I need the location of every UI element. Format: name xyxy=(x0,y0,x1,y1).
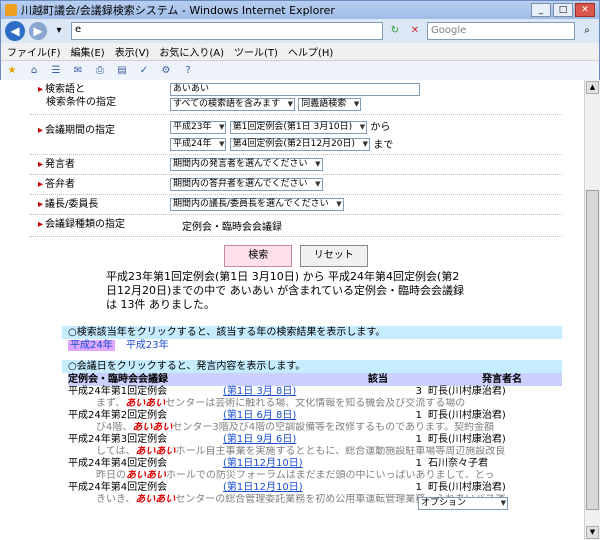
scroll-down-icon[interactable]: ▼ xyxy=(586,526,599,539)
forward-arrow-icon[interactable]: ▶ xyxy=(29,22,47,40)
menu-edit[interactable]: 編集(E) xyxy=(71,44,105,59)
chair-row: ▸ 議長/委員長 期間内の議長/委員長を選んでください xyxy=(30,195,562,215)
from-session-select[interactable]: 第1回定例会(第1日 3月10日) xyxy=(229,120,368,134)
address-bar: ◀ ▶ ▾ e ↻ ✕ Google ⌕ xyxy=(1,19,599,43)
keyword-label: 検索語と xyxy=(45,84,86,95)
back-arrow-icon[interactable]: ◀ xyxy=(5,21,25,41)
results-header: 定例会・臨時会会議録 該当 発言者名 xyxy=(68,373,562,386)
page-icon[interactable]: ▤ xyxy=(115,64,129,78)
menu-file[interactable]: ファイル(F) xyxy=(7,44,61,59)
stop-icon[interactable]: ✕ xyxy=(407,23,423,39)
result-summary: 平成23年第1回定例会(第1日 3月10日) から 平成24年第4回定例会(第2… xyxy=(106,270,464,311)
year-link-h23[interactable]: 平成23年 xyxy=(126,340,169,351)
chair-label: 議長/委員長 xyxy=(45,199,99,210)
results-area: 平成23年第1回定例会(第1日 3月10日) から 平成24年第4回定例会(第2… xyxy=(30,262,562,506)
app-icon xyxy=(5,4,17,16)
year-info-bar: ○検索該当年をクリックすると、該当する年の検索結果を表示します。 xyxy=(62,326,562,339)
keyword-condition-label: 検索条件の指定 xyxy=(46,97,116,108)
search-icon[interactable]: ⌕ xyxy=(579,23,595,39)
result-record: 平成24年第3回定例会 (第1日 9月 6日) 1 町長(川村康治君) しては、… xyxy=(68,434,562,458)
print-icon[interactable]: ⎙ xyxy=(93,64,107,78)
favorites-star-icon[interactable]: ★ xyxy=(5,64,19,78)
date-info-bar: ○会議日をクリックすると、発言内容を表示します。 xyxy=(62,360,562,373)
menu-view[interactable]: 表示(V) xyxy=(115,44,150,59)
result-record: 平成24年第1回定例会 (第1日 3月 8日) 3 町長(川村康治君) まず、あ… xyxy=(68,386,562,410)
snippet: しては、あいあいホール自主事業を実施するとともに、総合運動施設駐車場等周辺施設改… xyxy=(96,446,506,457)
close-button[interactable]: ✕ xyxy=(575,3,595,17)
speaker-row: ▸ 発言者 期間内の発言者を選んでください xyxy=(30,155,562,175)
menu-tools[interactable]: ツール(T) xyxy=(234,44,278,59)
command-bar: ★ ⌂ ☰ ✉ ⎙ ▤ ✓ ⚙ ? xyxy=(1,61,599,81)
menu-favorites[interactable]: お気に入り(A) xyxy=(159,44,224,59)
synonym-select[interactable]: 同義語検索 xyxy=(298,98,362,111)
title-bar: 川越町議会/会議録検索システム - Windows Internet Explo… xyxy=(1,1,599,19)
meeting-date-link[interactable]: (第1日12月10日) xyxy=(223,482,358,494)
page-content: ▸検索語と 検索条件の指定 あいあい すべての検索語を含みます 同義語検索 ▸会… xyxy=(0,80,584,540)
option-select[interactable]: オプション xyxy=(418,496,508,510)
year-link-h24[interactable]: 平成24年 xyxy=(68,340,115,351)
year-links: 平成24年 平成23年 xyxy=(68,339,562,352)
period-row: ▸会議期間の指定 平成23年 第1回定例会(第1日 3月10日) から 平成24… xyxy=(30,115,562,155)
menu-bar: ファイル(F) 編集(E) 表示(V) お気に入り(A) ツール(T) ヘルプ(… xyxy=(1,43,599,61)
speaker-select[interactable]: 期間内の発言者を選んでください xyxy=(170,158,323,171)
meeting-date-link[interactable]: (第1日 6月 8日) xyxy=(223,410,358,422)
from-year-select[interactable]: 平成23年 xyxy=(170,120,227,134)
search-input[interactable]: Google xyxy=(427,22,575,40)
type-row: ▸ 会議録種類の指定 定例会・臨時会会議録 xyxy=(30,215,562,237)
bullet-icon: ▸ xyxy=(38,159,44,170)
answerer-row: ▸ 答弁者 期間内の答弁者を選んでください xyxy=(30,175,562,195)
from-suffix: から xyxy=(370,122,391,133)
result-record: 平成24年第2回定例会 (第1日 6月 8日) 1 町長(川村康治君) び4階、… xyxy=(68,410,562,434)
window-title: 川越町議会/会議録検索システム - Windows Internet Explo… xyxy=(21,4,335,17)
meeting-date-link[interactable]: (第1日12月10日) xyxy=(223,458,358,470)
safety-icon[interactable]: ✓ xyxy=(137,64,151,78)
bullet-icon: ▸ xyxy=(38,199,44,210)
condition-select[interactable]: すべての検索語を含みます xyxy=(170,98,296,111)
chair-select[interactable]: 期間内の議長/委員長を選んでください xyxy=(170,198,344,211)
type-value: 定例会・臨時会会議録 xyxy=(182,222,282,233)
meeting-date-link[interactable]: (第1日 9月 6日) xyxy=(223,434,358,446)
refresh-icon[interactable]: ↻ xyxy=(387,23,403,39)
scroll-thumb[interactable] xyxy=(586,190,599,510)
to-suffix: まで xyxy=(373,139,394,151)
bullet-icon: ▸ xyxy=(38,219,44,230)
mail-icon[interactable]: ✉ xyxy=(71,64,85,78)
maximize-button[interactable]: □ xyxy=(553,3,573,17)
snippet: び4階、あいあいセンター3階及び4階の空調設備等を改修するものであります。契約金… xyxy=(96,422,494,433)
answerer-label: 答弁者 xyxy=(45,179,76,190)
vertical-scrollbar[interactable]: ▲ ▼ xyxy=(584,80,600,540)
speaker-label: 発言者 xyxy=(45,159,76,170)
keyword-row: ▸検索語と 検索条件の指定 あいあい すべての検索語を含みます 同義語検索 xyxy=(30,80,562,115)
url-input[interactable]: e xyxy=(71,22,383,40)
snippet: まず、あいあいセンターは芸術に触れる場、文化情報を知る機会及び交流する場の xyxy=(96,398,466,409)
period-label: 会議期間の指定 xyxy=(45,125,116,136)
keyword-input[interactable]: あいあい xyxy=(170,83,420,96)
answerer-select[interactable]: 期間内の答弁者を選んでください xyxy=(170,178,323,191)
home-icon[interactable]: ⌂ xyxy=(27,64,41,78)
snippet: 昨日のあいあいホールでの防災フォーラムはまだまだ頭の中にいっぱいありまして、とっ xyxy=(96,470,495,481)
minimize-button[interactable]: _ xyxy=(531,3,551,17)
bullet-icon: ▸ xyxy=(38,179,44,190)
menu-help[interactable]: ヘルプ(H) xyxy=(288,44,333,59)
feeds-icon[interactable]: ☰ xyxy=(49,64,63,78)
help-icon[interactable]: ? xyxy=(181,64,195,78)
search-panel: ▸検索語と 検索条件の指定 あいあい すべての検索語を含みます 同義語検索 ▸会… xyxy=(30,80,562,273)
bullet-icon: ▸ xyxy=(38,125,44,136)
type-label: 会議録種類の指定 xyxy=(45,219,126,230)
result-record: 平成24年第4回定例会 (第1日12月10日) 1 石川奈々子君 昨日のあいあい… xyxy=(68,458,562,482)
to-year-select[interactable]: 平成24年 xyxy=(170,138,227,151)
tools-gear-icon[interactable]: ⚙ xyxy=(159,64,173,78)
to-session-select[interactable]: 第4回定例会(第2日12月20日) xyxy=(229,138,371,151)
history-dropdown-icon[interactable]: ▾ xyxy=(51,23,67,39)
scroll-up-icon[interactable]: ▲ xyxy=(586,81,599,94)
meeting-date-link[interactable]: (第1日 3月 8日) xyxy=(223,386,358,398)
bullet-icon: ▸ xyxy=(38,84,44,95)
